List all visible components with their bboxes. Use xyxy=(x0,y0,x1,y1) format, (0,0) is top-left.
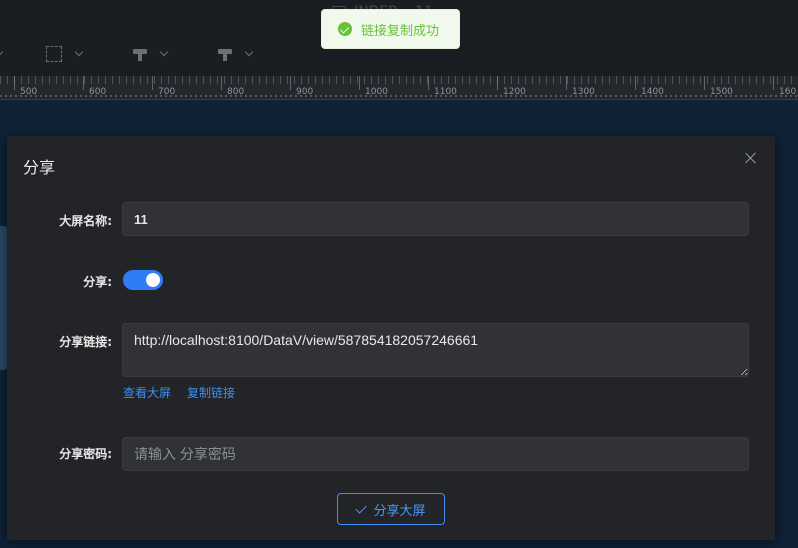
view-screen-link[interactable]: 查看大屏 xyxy=(123,384,171,401)
share-link-label: 分享链接: xyxy=(59,335,112,349)
chevron-down-icon xyxy=(159,47,169,57)
share-link-textarea[interactable]: http://localhost:8100/DataV/view/5878541… xyxy=(122,323,749,377)
toggle-knob xyxy=(146,273,160,287)
brush-tool-2[interactable] xyxy=(218,42,254,66)
select-tool[interactable] xyxy=(46,42,84,66)
ruler-dots xyxy=(0,95,798,97)
share-dialog: 分享 大屏名称: 分享: 分享链接: http://localhost:8100… xyxy=(7,136,775,540)
chevron-down-icon xyxy=(0,47,4,57)
share-screen-button[interactable]: 分享大屏 xyxy=(337,493,445,525)
selection-icon xyxy=(46,46,62,62)
canvas-thumbnail[interactable] xyxy=(0,226,7,370)
horizontal-ruler: 500 600 700 800 900 1000 1100 1200 1300 … xyxy=(0,76,798,100)
close-icon[interactable] xyxy=(744,151,758,165)
check-icon xyxy=(355,501,368,514)
screen-name-label: 大屏名称: xyxy=(59,214,112,228)
ruler-major-ticks xyxy=(14,76,798,90)
brush-icon xyxy=(133,47,147,61)
brush-tool-1[interactable] xyxy=(133,42,169,66)
share-label: 分享: xyxy=(83,275,112,289)
tool-dropdown-1[interactable] xyxy=(0,42,4,66)
share-toggle[interactable] xyxy=(123,270,163,290)
success-toast: 链接复制成功 xyxy=(321,9,460,49)
screen-name-input[interactable] xyxy=(122,202,749,236)
share-screen-button-label: 分享大屏 xyxy=(373,502,426,518)
chevron-down-icon xyxy=(244,47,254,57)
dialog-title: 分享 xyxy=(23,158,56,177)
password-label: 分享密码: xyxy=(59,447,112,461)
brush-icon xyxy=(218,47,232,61)
check-circle-icon xyxy=(338,22,352,36)
toast-message: 链接复制成功 xyxy=(361,23,440,39)
password-input[interactable] xyxy=(122,437,749,471)
copy-link-link[interactable]: 复制链接 xyxy=(187,384,235,401)
chevron-down-icon xyxy=(74,47,84,57)
